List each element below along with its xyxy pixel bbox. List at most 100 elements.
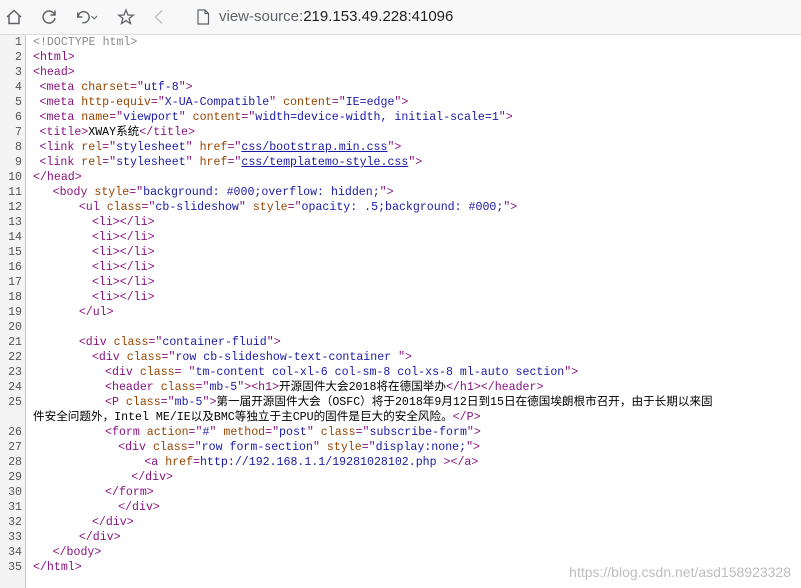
source-line: 26 <form action="#" method="post" class="… <box>0 425 801 440</box>
code-token: "> <box>266 336 281 349</box>
code-token: " <box>185 141 200 154</box>
source-line: 32 </div> <box>0 515 801 530</box>
code-token: <li></li> <box>91 276 155 289</box>
line-code: <link rel="stylesheet" href="css/bootstr… <box>40 140 402 155</box>
code-token: style <box>252 201 288 214</box>
code-token: " <box>178 111 193 124</box>
source-line: 7 <title>XWAY系统</title> <box>0 125 801 140</box>
source-line: 12 <ul class="cb-slideshow" style="opacit… <box>0 200 801 215</box>
code-token: viewport <box>123 111 179 124</box>
line-number: 23 <box>8 366 22 379</box>
code-token: display:none; <box>375 441 467 454</box>
line-code: </body> <box>53 545 102 560</box>
code-token: =" <box>331 96 346 109</box>
code-token: subscribe-form <box>369 426 467 439</box>
code-token: "> <box>202 396 217 409</box>
code-token: " <box>312 441 327 454</box>
bookmark-star-icon[interactable] <box>114 5 138 29</box>
code-token: </h1></header> <box>446 381 544 394</box>
line-code: <li></li> <box>92 290 155 305</box>
back-icon[interactable] <box>147 5 171 29</box>
source-view[interactable]: 1 <!DOCTYPE html> 2 <html> 3 <head> 4 <meta cha… <box>0 35 801 588</box>
line-code: </div> <box>92 515 134 530</box>
source-line: 24 <header class="mb-5"><h1>开源固件大会2018将在德… <box>0 380 801 395</box>
page-info-icon[interactable] <box>196 9 210 29</box>
source-line: 15 <li></li> <box>0 245 801 260</box>
code-token: http://192.168.1.1/19281028102.php <box>200 456 437 469</box>
code-token: <meta <box>39 111 82 124</box>
source-line: 13 <li></li> <box>0 215 801 230</box>
home-icon[interactable] <box>2 5 26 29</box>
line-number: 20 <box>8 321 22 334</box>
line-number: 2 <box>15 51 22 64</box>
code-token: ></a> <box>436 456 479 469</box>
code-token: "> <box>466 426 481 439</box>
code-token: " <box>306 426 321 439</box>
line-number: 25 <box>8 396 22 409</box>
line-code: </form> <box>105 485 154 500</box>
code-token: =" <box>102 141 117 154</box>
line-number: 32 <box>8 516 22 529</box>
source-line: 2 <html> <box>0 50 801 65</box>
line-code: <div class="row cb-slideshow-text-contai… <box>92 350 412 365</box>
code-token: =" <box>150 96 165 109</box>
code-token: style <box>94 186 130 199</box>
line-number: 3 <box>15 66 22 79</box>
code-token: class <box>160 381 196 394</box>
code-token: <link <box>39 141 82 154</box>
source-line: 28 <a href=http://192.168.1.1/19281028102… <box>0 455 801 470</box>
undo-history-icon[interactable] <box>74 5 98 29</box>
code-token: </div> <box>91 516 134 529</box>
code-token: utf-8 <box>143 81 179 94</box>
code-token: X-UA-Compatible <box>164 96 270 109</box>
line-number: 19 <box>8 306 22 319</box>
code-token: </ul> <box>78 306 114 319</box>
line-number: 9 <box>15 156 22 169</box>
source-line: 11 <body style="background: #000;overflow… <box>0 185 801 200</box>
code-token: <link <box>39 156 82 169</box>
line-number: 11 <box>8 186 22 199</box>
code-token: href <box>199 156 228 169</box>
browser-toolbar: view-source:219.153.49.228:41096 <box>0 0 801 35</box>
code-token: class <box>113 336 149 349</box>
line-number: 15 <box>8 246 22 259</box>
line-code: <li></li> <box>92 245 155 260</box>
code-token: class <box>139 366 175 379</box>
line-code: </div> <box>131 470 173 485</box>
code-token: </P> <box>452 411 481 424</box>
source-line: 33 </div> <box>0 530 801 545</box>
line-code: <P class="mb-5">第一届开源固件大会（OSFC）将于2018年9月… <box>105 395 713 410</box>
code-token: <div <box>105 366 140 379</box>
line-code: <li></li> <box>92 215 155 230</box>
address-bar[interactable]: view-source:219.153.49.228:41096 <box>219 7 453 27</box>
line-code: </head> <box>33 170 82 185</box>
code-token: <header <box>105 381 161 394</box>
line-code: <ul class="cb-slideshow" style="opacity:… <box>79 200 517 215</box>
line-number: 22 <box>8 351 22 364</box>
refresh-icon[interactable] <box>37 5 61 29</box>
line-number: 31 <box>8 501 22 514</box>
line-number: 8 <box>15 141 22 154</box>
line-code: <li></li> <box>92 230 155 245</box>
code-token: 第一届开源固件大会（OSFC）将于2018年9月12日到15日在德国埃朗根市召开… <box>216 396 713 409</box>
code-token: </div> <box>78 531 121 544</box>
code-token: <!DOCTYPE html> <box>33 36 138 49</box>
code-token: 开源固件大会2018将在德国举办 <box>279 381 446 394</box>
line-code: <meta http-equiv="X-UA-Compatible" conte… <box>40 95 409 110</box>
source-line: 34 </body> <box>0 545 801 560</box>
source-link[interactable]: css/templatemo-style.css <box>241 156 408 169</box>
code-token: =" <box>160 396 175 409</box>
source-line: 10 </head> <box>0 170 801 185</box>
code-token: container-fluid <box>162 336 267 349</box>
line-code: </html> <box>33 560 82 575</box>
code-token: <li></li> <box>91 216 155 229</box>
code-token: action <box>146 426 189 439</box>
code-token: method <box>223 426 266 439</box>
code-token: =" <box>109 111 124 124</box>
source-link[interactable]: css/bootstrap.min.css <box>241 141 387 154</box>
code-token: <P <box>105 396 126 409</box>
line-number: 5 <box>15 96 22 109</box>
code-token: <li></li> <box>91 261 155 274</box>
code-token: =" <box>287 201 302 214</box>
line-number: 12 <box>8 201 22 214</box>
